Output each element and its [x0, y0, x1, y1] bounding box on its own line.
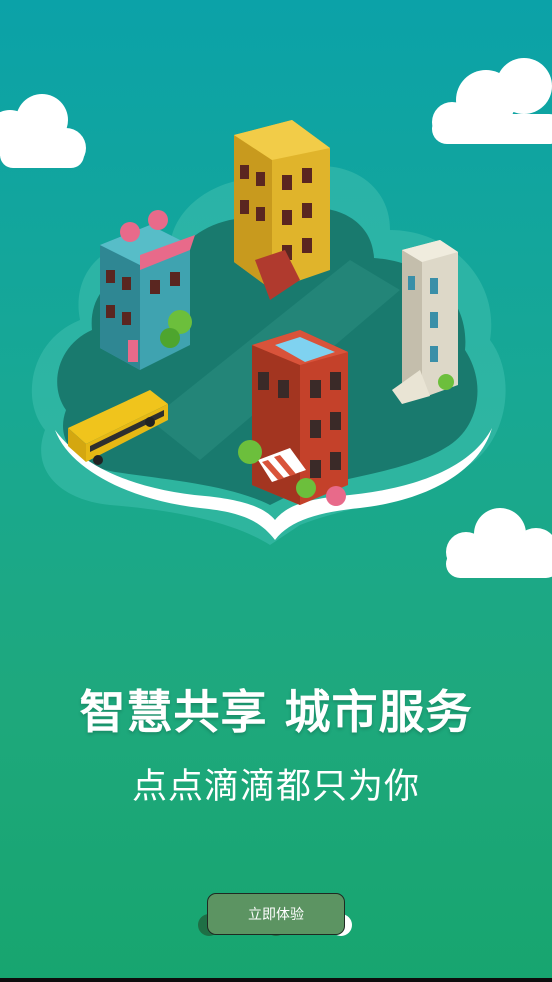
system-bar-edge — [0, 978, 552, 982]
red-building — [238, 330, 348, 506]
subline-text: 点点滴滴都只为你 — [131, 767, 420, 807]
city-cloud-illustration-icon — [31, 120, 506, 545]
headline-text: 智慧共享 城市服务 — [79, 685, 473, 739]
splash-screen: 智慧共享 城市服务 点点滴滴都只为你 立即体验 — [0, 0, 552, 982]
start-experience-button[interactable]: 立即体验 — [207, 893, 345, 935]
